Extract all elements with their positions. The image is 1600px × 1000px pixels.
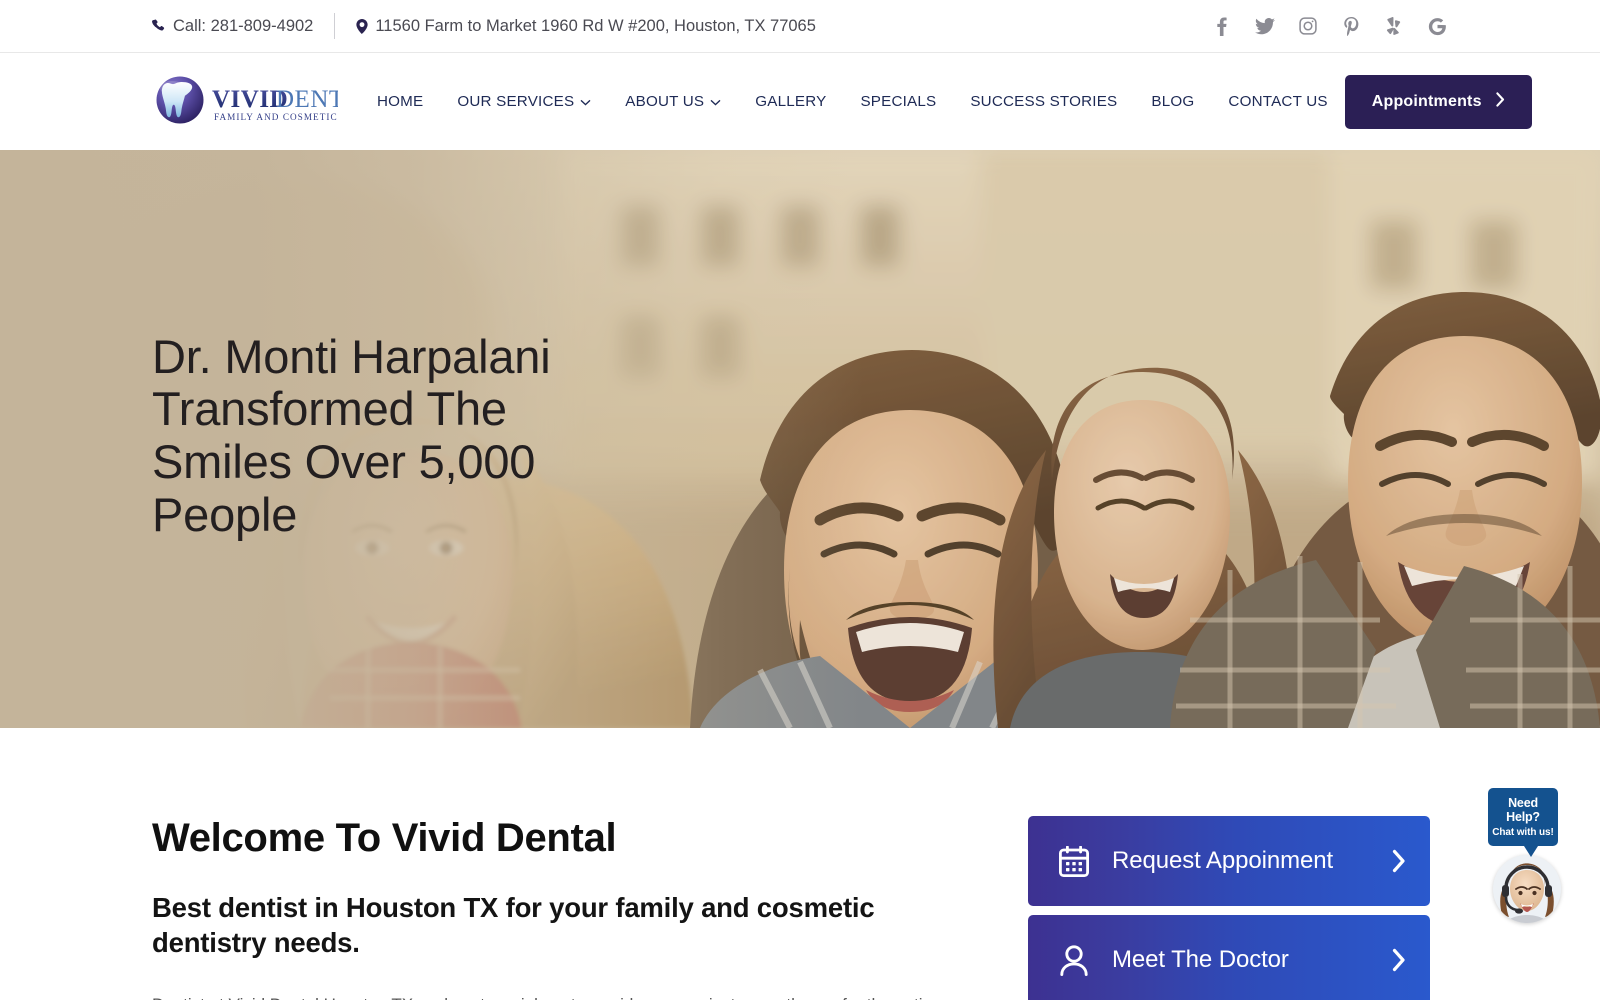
nav-item-gallery[interactable]: GALLERY [738, 93, 843, 110]
calendar-icon [1056, 845, 1092, 877]
address-label: 11560 Farm to Market 1960 Rd W #200, Hou… [375, 16, 816, 35]
svg-text:FAMILY AND COSMETIC DENTISTRY: FAMILY AND COSMETIC DENTISTRY [214, 112, 338, 122]
nav-item-our-services[interactable]: OUR SERVICES [440, 93, 608, 110]
welcome-column: Welcome To Vivid Dental Best dentist in … [152, 816, 952, 1000]
cta-label: Request Appoinment [1112, 847, 1334, 874]
phone-link[interactable]: Call: 281-809-4902 [152, 17, 313, 36]
request-appointment-button[interactable]: Request Appoinment [1028, 816, 1430, 906]
user-icon [1056, 944, 1092, 976]
yelp-icon[interactable] [1383, 15, 1405, 37]
phone-icon [152, 19, 166, 33]
instagram-icon[interactable] [1297, 15, 1319, 37]
chat-widget[interactable]: Need Help? Chat with us! [1488, 788, 1566, 923]
svg-text:DENTAL: DENTAL [276, 86, 338, 113]
topbar-divider [334, 13, 336, 39]
site-logo[interactable]: VIVID DENTAL FAMILY AND COSMETIC DENTIST… [152, 74, 338, 130]
nav-label: ABOUT US [625, 93, 705, 110]
nav-item-blog[interactable]: BLOG [1134, 93, 1211, 110]
support-agent-avatar[interactable] [1493, 854, 1561, 923]
hero-banner: Dr. Monti Harpalani Transformed The Smil… [0, 150, 1600, 728]
phone-label: Call: 281-809-4902 [173, 16, 314, 35]
chat-bubble[interactable]: Need Help? Chat with us! [1488, 788, 1558, 857]
social-links [1211, 15, 1448, 37]
nav-item-home[interactable]: HOME [360, 93, 440, 110]
nav-label: OUR SERVICES [457, 93, 575, 110]
google-icon[interactable] [1426, 15, 1448, 37]
chevron-right-icon [1392, 948, 1406, 972]
map-pin-icon [356, 18, 368, 34]
chevron-down-icon [710, 93, 721, 110]
chat-headline: Need Help? [1506, 796, 1540, 825]
pinterest-icon[interactable] [1340, 15, 1362, 37]
main-content: Welcome To Vivid Dental Best dentist in … [0, 728, 1600, 1000]
cta-label: Meet The Doctor [1112, 946, 1289, 973]
hero-title: Dr. Monti Harpalani Transformed The Smil… [152, 329, 551, 541]
nav-label: SPECIALS [860, 93, 937, 110]
chevron-down-icon [580, 93, 591, 110]
appointments-label: Appointments [1371, 92, 1482, 110]
chat-subline: Chat with us! [1492, 826, 1554, 838]
facebook-icon[interactable] [1211, 15, 1233, 37]
nav-label: GALLERY [755, 93, 827, 110]
nav-item-about-us[interactable]: ABOUT US [608, 93, 738, 110]
page-title: Welcome To Vivid Dental [152, 816, 617, 860]
nav-item-contact-us[interactable]: CONTACT US [1211, 93, 1344, 110]
appointments-button[interactable]: Appointments [1344, 74, 1532, 129]
topbar-contact-group: Call: 281-809-4902 11560 Farm to Market … [152, 13, 816, 39]
address-link[interactable]: 11560 Farm to Market 1960 Rd W #200, Hou… [356, 17, 816, 36]
nav-label: SUCCESS STORIES [970, 93, 1118, 110]
site-header: VIVID DENTAL FAMILY AND COSMETIC DENTIST… [0, 53, 1600, 150]
nav-item-success-stories[interactable]: SUCCESS STORIES [953, 93, 1134, 110]
welcome-subheading: Best dentist in Houston TX for your fami… [152, 892, 875, 959]
nav-label: HOME [377, 93, 424, 110]
chevron-right-icon [1496, 91, 1505, 112]
nav-item-specials[interactable]: SPECIALS [843, 93, 953, 110]
meet-the-doctor-button[interactable]: Meet The Doctor [1028, 915, 1430, 1000]
nav-label: BLOG [1151, 93, 1195, 110]
top-contact-bar: Call: 281-809-4902 11560 Farm to Market … [0, 0, 1600, 53]
cta-column: Request Appoinment Meet The Doctor [1028, 816, 1430, 1000]
welcome-paragraph: Dentist at Vivid Dental Houston TX we lo… [152, 990, 952, 1000]
nav-label: CONTACT US [1228, 93, 1328, 110]
twitter-icon[interactable] [1254, 15, 1276, 37]
chevron-right-icon [1392, 849, 1406, 873]
main-navigation: HOME OUR SERVICES ABOUT US GALLERY SPECI… [360, 93, 1345, 110]
